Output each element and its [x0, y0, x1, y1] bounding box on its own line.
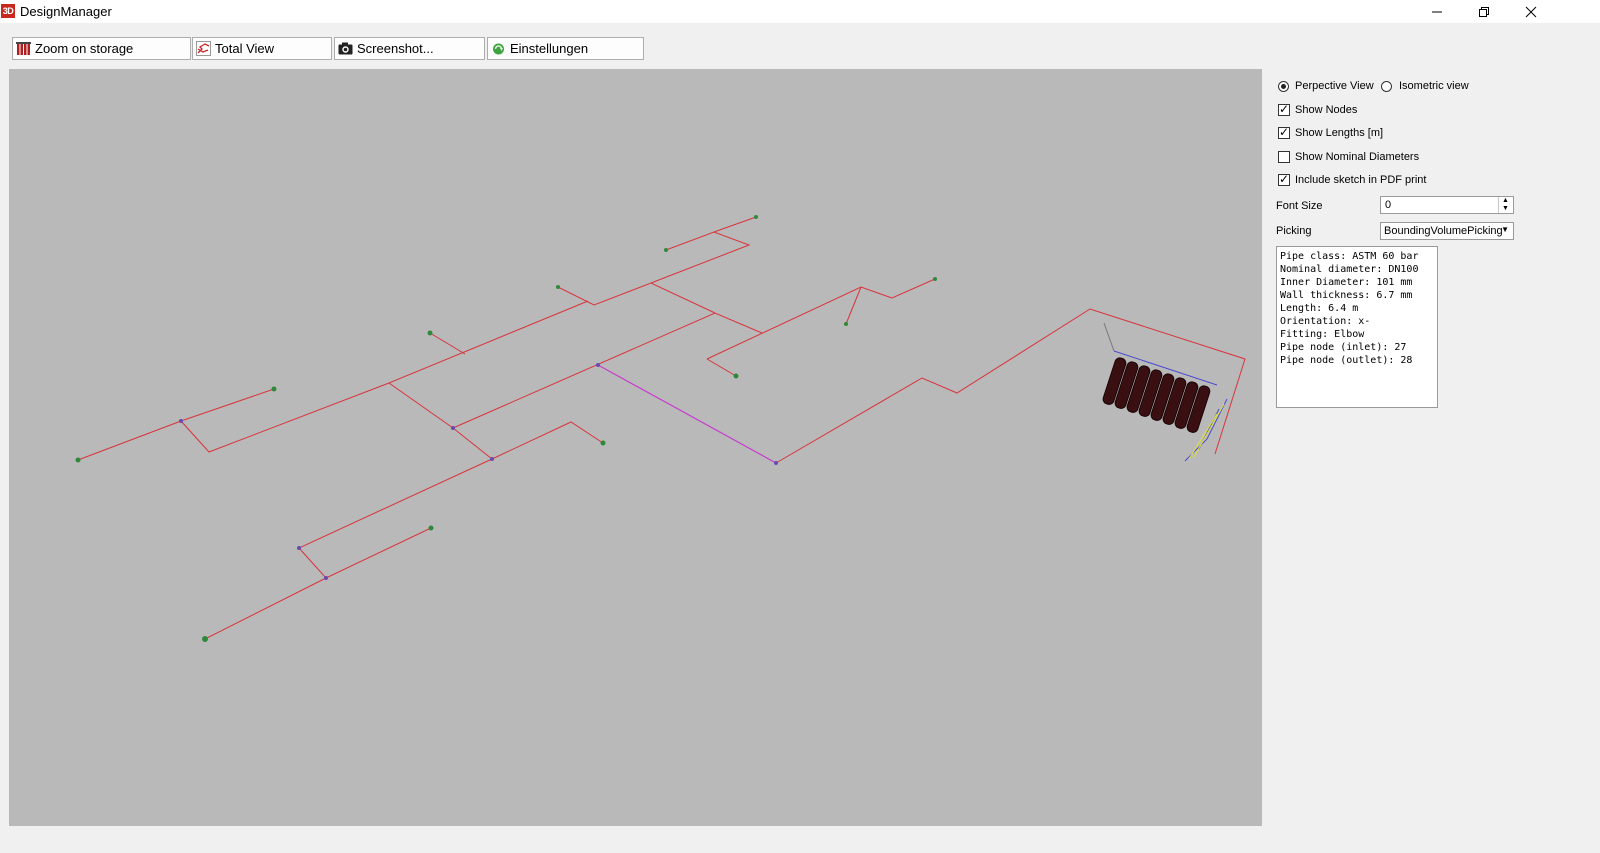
- view-settings-panel: Perpective View Isometric view Show Node…: [1272, 75, 1592, 415]
- chevron-down-icon: ▼: [1501, 225, 1509, 234]
- font-size-value: 0: [1385, 199, 1392, 211]
- 3d-viewport[interactable]: [9, 69, 1262, 826]
- info-line: Orientation: x-: [1280, 316, 1371, 327]
- pipe-node: [271, 386, 277, 392]
- info-line: Pipe node (outlet): 28: [1280, 355, 1413, 366]
- show-nodes-label: Show Nodes: [1295, 104, 1358, 116]
- minimize-button[interactable]: [1414, 0, 1460, 23]
- total-view-button[interactable]: Total View: [192, 37, 332, 60]
- isometric-view-radio[interactable]: [1381, 81, 1392, 92]
- include-pdf-label: Include sketch in PDF print: [1295, 174, 1427, 186]
- pipe-node: [600, 440, 606, 446]
- restore-icon: [1479, 6, 1489, 17]
- picking-value: BoundingVolumePicking: [1384, 225, 1503, 237]
- einstellungen-button[interactable]: Einstellungen: [487, 37, 644, 60]
- font-size-label: Font Size: [1276, 200, 1323, 212]
- total-view-label: Total View: [215, 41, 275, 56]
- info-line: Nominal diameter: DN100: [1280, 264, 1419, 275]
- pipe-node: [179, 419, 183, 423]
- einstellungen-label: Einstellungen: [510, 41, 589, 56]
- info-line: Pipe node (inlet): 27: [1280, 342, 1407, 353]
- pipe-node: [664, 248, 668, 252]
- spin-up-icon[interactable]: ▲: [1502, 197, 1509, 205]
- storage-cylinders: [1102, 322, 1218, 433]
- font-size-spinbox[interactable]: 0 ▲ ▼: [1380, 196, 1514, 214]
- screenshot-label: Screenshot...: [357, 41, 434, 56]
- pipe-node: [754, 215, 758, 219]
- window-title: DesignManager: [20, 4, 112, 19]
- zoom-on-storage-label: Zoom on storage: [35, 41, 134, 56]
- pipe-node: [844, 322, 848, 326]
- refresh-arrow-icon: [493, 43, 504, 55]
- total-view-icon: [196, 41, 211, 56]
- spin-down-icon[interactable]: ▼: [1502, 205, 1509, 213]
- show-lengths-label: Show Lengths [m]: [1295, 127, 1384, 139]
- show-nominal-diameters-label: Show Nominal Diameters: [1295, 151, 1420, 163]
- show-nodes-checkbox[interactable]: [1278, 102, 1290, 116]
- pipe-node: [490, 457, 494, 461]
- screenshot-button[interactable]: Screenshot...: [334, 37, 485, 60]
- info-line: Fitting: Elbow: [1280, 329, 1365, 340]
- pipe-segments: [77, 216, 1246, 640]
- pipe-node: [428, 525, 434, 531]
- perspective-view-label: Perpective View: [1295, 80, 1374, 92]
- info-line: Inner Diameter: 101 mm: [1280, 277, 1413, 288]
- pipe-nodes: [75, 215, 937, 642]
- pipe-node: [596, 363, 600, 367]
- close-button[interactable]: [1508, 0, 1554, 23]
- show-lengths-checkbox[interactable]: [1278, 125, 1290, 139]
- pipe-node: [75, 457, 81, 463]
- zoom-on-storage-button[interactable]: Zoom on storage: [12, 37, 191, 60]
- pipe-node: [774, 461, 778, 465]
- storage-cylinders-icon: [16, 42, 31, 55]
- pipe-node: [324, 576, 328, 580]
- restore-button[interactable]: [1461, 0, 1507, 23]
- minimize-icon: [1432, 11, 1442, 12]
- pipe-info-box: Pipe class: ASTM 60 bar Nominal diameter…: [1276, 246, 1438, 408]
- title-bar: 3D DesignManager: [0, 0, 1600, 23]
- pipe-node: [297, 546, 301, 550]
- pipe-network-sketch: [75, 215, 1246, 642]
- selected-pipe: [597, 364, 777, 464]
- include-pdf-checkbox[interactable]: [1278, 172, 1290, 186]
- spin-arrows[interactable]: ▲ ▼: [1498, 197, 1513, 213]
- pipe-node: [427, 330, 433, 336]
- picking-label: Picking: [1276, 225, 1312, 237]
- pipe-node: [933, 277, 937, 281]
- show-nominal-diameters-checkbox[interactable]: [1278, 151, 1290, 163]
- app-logo-icon: 3D: [1, 4, 15, 18]
- perspective-view-radio[interactable]: [1278, 81, 1289, 92]
- isometric-view-label: Isometric view: [1399, 80, 1469, 92]
- camera-icon: [338, 42, 353, 55]
- pipe-node: [451, 426, 455, 430]
- pipe-node: [202, 636, 208, 642]
- info-line: Wall thickness: 6.7 mm: [1280, 290, 1413, 301]
- close-icon: [1525, 6, 1537, 17]
- info-line: Length: 6.4 m: [1280, 303, 1359, 314]
- pipe-node: [556, 285, 560, 289]
- info-line: Pipe class: ASTM 60 bar: [1280, 251, 1419, 262]
- picking-select[interactable]: BoundingVolumePicking ▼: [1380, 222, 1514, 240]
- pipe-node: [733, 373, 739, 379]
